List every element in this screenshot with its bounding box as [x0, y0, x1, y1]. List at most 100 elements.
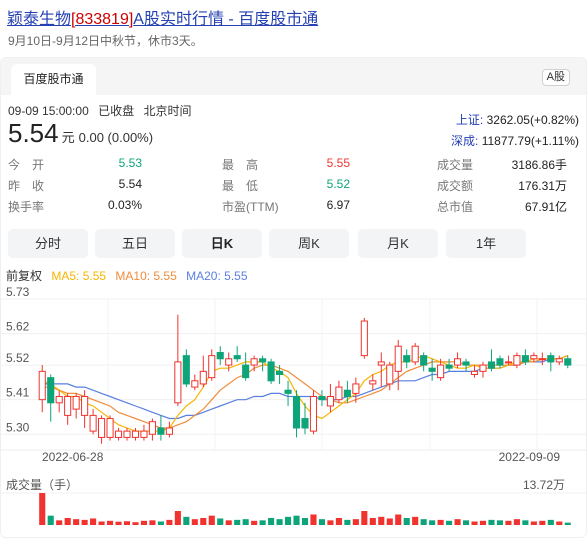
- volume-bar: [420, 519, 427, 525]
- volume-bar: [157, 521, 164, 525]
- candle-body: [191, 380, 199, 388]
- index-label: 上证:: [455, 113, 484, 127]
- stat-key: 总市值: [437, 200, 474, 214]
- stat-value: 6.97: [326, 198, 350, 212]
- candle-body: [157, 427, 165, 435]
- volume-bar: [547, 519, 554, 525]
- price-change: 0.00 (0.00%): [78, 130, 154, 145]
- candle-body: [513, 355, 521, 366]
- stat-key: 换手率: [8, 200, 45, 214]
- card-tabstrip: 百度股市通 A股: [1, 58, 586, 95]
- ma10-label: MA10: 5.55: [115, 269, 177, 283]
- stat-value: 5.52: [326, 177, 350, 191]
- candle-body: [462, 361, 470, 366]
- stat-key: 成交量: [437, 158, 474, 172]
- stat-key: 最 低: [222, 179, 259, 193]
- volume-bar: [513, 519, 520, 525]
- y-tick-label: 5.62: [6, 320, 30, 334]
- volume-bar: [522, 520, 529, 525]
- quote-timezone: 北京时间: [143, 104, 192, 118]
- candle-body: [182, 355, 190, 385]
- candle-body: [309, 396, 318, 432]
- volume-bar: [106, 520, 114, 525]
- candle-body: [326, 396, 334, 407]
- volume-bar: [310, 514, 317, 525]
- index-shenzhen[interactable]: 深成: 11877.79(+1.11%): [451, 132, 579, 149]
- volume-bar: [242, 519, 249, 525]
- tab-weekly-k[interactable]: 周K: [269, 229, 349, 258]
- adjust-mode[interactable]: 前复权: [6, 269, 42, 283]
- candle-body: [242, 364, 250, 379]
- volume-bar: [564, 522, 571, 525]
- volume-bar: [140, 520, 148, 525]
- volume-max-label: 13.72万: [522, 478, 565, 492]
- candle-body: [403, 355, 411, 363]
- candle-body: [437, 364, 445, 379]
- volume-bar: [225, 520, 232, 525]
- index-value: 3262.05(+0.82%): [486, 113, 579, 127]
- tab-baidu-stock[interactable]: 百度股市通: [11, 64, 96, 95]
- stat-value: 3186.86手: [511, 158, 567, 172]
- volume-bar: [454, 519, 461, 525]
- candle-body: [47, 377, 55, 404]
- volume-bar: [386, 518, 393, 525]
- candle-body: [72, 396, 80, 410]
- volume-bar: [352, 519, 359, 525]
- volume-bar: [344, 519, 351, 525]
- title-name: 颖泰生物: [7, 11, 72, 28]
- candle-body: [233, 355, 241, 360]
- volume-bar: [47, 515, 54, 525]
- tab-monthly-k[interactable]: 月K: [358, 229, 438, 258]
- index-label: 深成:: [451, 134, 479, 148]
- price-unit: 元: [61, 130, 75, 145]
- tab-five-day[interactable]: 五日: [95, 229, 175, 258]
- volume-bar: [217, 518, 224, 525]
- kline-chart[interactable]: 5.73 5.62 5.52 5.41 5.30 2022-06-28 2022-09-09: [0, 285, 587, 538]
- tab-one-year[interactable]: 1年: [446, 229, 526, 258]
- candle-body: [487, 361, 496, 369]
- page-title-link[interactable]: 颖泰生物[833819]A股实时行情 - 百度股市通: [7, 5, 318, 29]
- candle-body: [123, 430, 131, 438]
- volume-bar: [301, 518, 309, 525]
- candle-body: [301, 418, 309, 429]
- candle-body: [386, 364, 394, 385]
- volume-bar: [132, 522, 139, 525]
- volume-bar: [369, 518, 376, 525]
- candle-body: [530, 355, 538, 360]
- candle-body: [98, 418, 106, 438]
- stat-value: 67.91亿: [524, 200, 567, 214]
- candle-body: [216, 351, 224, 360]
- holiday-notice: 9月10日-9月12日中秋节，休市3天。: [8, 34, 203, 48]
- stat-key: 昨 收: [8, 179, 45, 193]
- volume-bar: [488, 519, 495, 525]
- current-price: 5.54: [8, 118, 59, 148]
- volume-bar: [115, 521, 122, 525]
- candle-body: [352, 383, 360, 394]
- stat-key: 成交额: [437, 179, 474, 193]
- volume-bar: [505, 520, 512, 525]
- x-tick-label: 2022-06-28: [42, 450, 104, 464]
- candle-body: [504, 361, 512, 364]
- volume-bar: [81, 519, 88, 525]
- index-shanghai[interactable]: 上证: 3262.05(+0.82%): [456, 111, 579, 128]
- volume-bar: [234, 519, 241, 525]
- candle-body: [454, 358, 462, 366]
- candle-body: [89, 414, 97, 432]
- ma-legend: 前复权 MA5: 5.55 MA10: 5.55 MA20: 5.55: [6, 267, 254, 284]
- candle-body: [420, 355, 428, 366]
- candle-body: [38, 370, 46, 401]
- candle-body: [496, 358, 504, 366]
- tab-daily-k[interactable]: 日K: [182, 229, 262, 258]
- candle-body: [564, 358, 572, 366]
- volume-bar: [90, 518, 97, 525]
- volume-bar: [318, 519, 326, 525]
- volume-bar: [335, 518, 342, 525]
- volume-bar: [191, 519, 198, 525]
- volume-bar: [403, 518, 410, 525]
- tab-intraday[interactable]: 分时: [8, 229, 88, 258]
- volume-bar: [284, 516, 292, 525]
- volume-bar: [462, 520, 470, 525]
- volume-bar: [471, 521, 478, 525]
- volume-bar: [276, 519, 283, 525]
- candle-body: [148, 421, 156, 435]
